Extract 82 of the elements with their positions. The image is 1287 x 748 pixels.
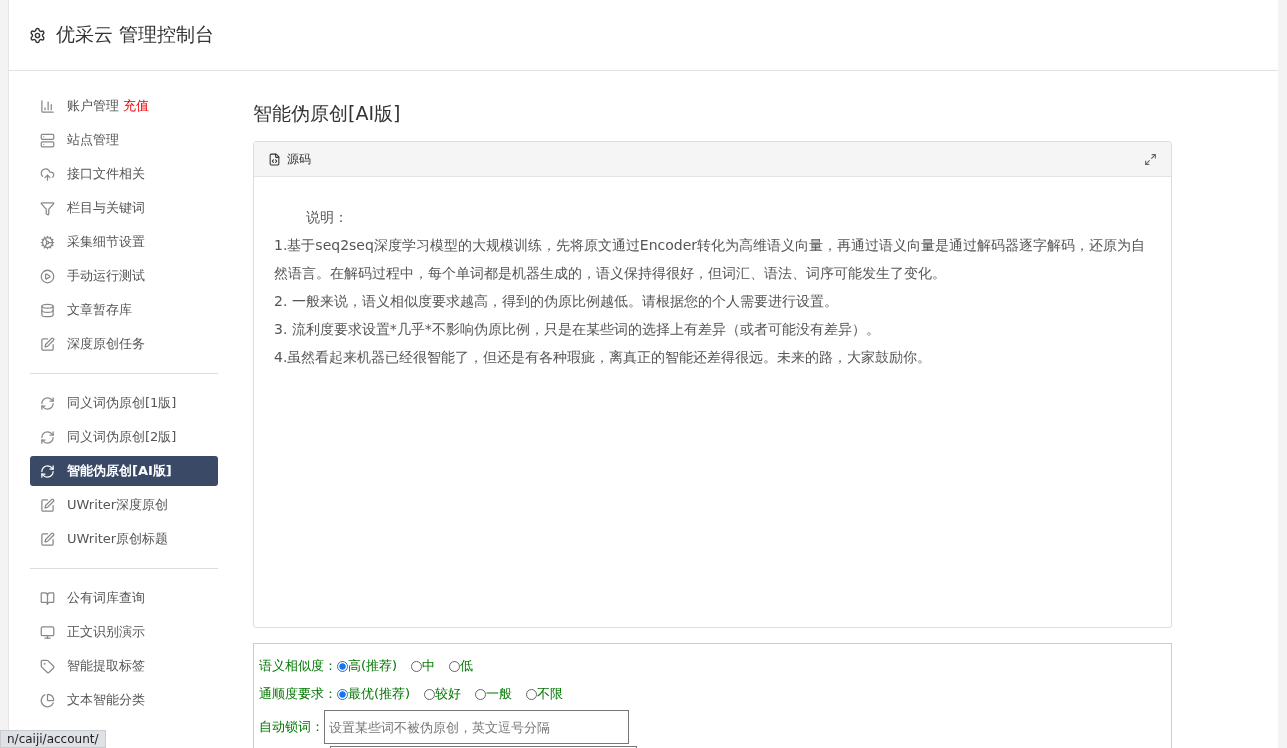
fullscreen-icon[interactable] bbox=[1144, 152, 1157, 166]
sidebar-label: 栏目与关键词 bbox=[67, 199, 145, 217]
sidebar-label: 智能提取标签 bbox=[67, 657, 145, 675]
field-label: 通顺度要求： bbox=[259, 685, 337, 703]
radio-button[interactable] bbox=[337, 660, 348, 672]
sidebar-label: 同义词伪原创[2版] bbox=[67, 428, 177, 446]
field-label: 自动锁词： bbox=[259, 718, 324, 736]
sidebar-item[interactable]: 公有词库查询 bbox=[30, 583, 218, 613]
cloud-upload-icon bbox=[40, 166, 55, 182]
sidebar-item[interactable]: 智能提取标签 bbox=[30, 651, 218, 681]
book-icon bbox=[40, 590, 55, 606]
sidebar-label: 站点管理 bbox=[67, 131, 119, 149]
radio-button[interactable] bbox=[449, 660, 461, 672]
sidebar-item[interactable]: 文章暂存库 bbox=[30, 295, 218, 325]
gears-icon bbox=[40, 234, 55, 250]
monitor-icon bbox=[40, 624, 55, 640]
edit-icon bbox=[40, 531, 55, 547]
sidebar-label: 正文识别演示 bbox=[67, 623, 145, 641]
play-icon bbox=[40, 268, 55, 284]
radio-label: 高(推荐) bbox=[348, 657, 398, 675]
sidebar-label: 智能伪原创[AI版] bbox=[67, 462, 172, 480]
console-title: 优采云 管理控制台 bbox=[56, 22, 215, 47]
sidebar-item[interactable]: UWriter原创标题 bbox=[30, 524, 218, 554]
sidebar-item[interactable]: 手动运行测试 bbox=[30, 261, 218, 291]
sidebar-item[interactable]: 深度原创任务 bbox=[30, 329, 218, 359]
sidebar-label: 同义词伪原创[1版] bbox=[67, 394, 177, 412]
radio-label: 中 bbox=[422, 657, 436, 675]
settings-icon bbox=[29, 26, 46, 44]
sidebar-label: UWriter原创标题 bbox=[67, 530, 169, 548]
note-paragraph: 1.基于seq2seq深度学习模型的大规模训练，先将原文通过Encoder转化为高维语义向量，再通过语义向量是通过解码器逐字解码，还原为自然语言。在解码过程中，每个单词都是机器生成的，语义保持得很好，但词汇、语法、词序可能发生了变化。 bbox=[274, 236, 1147, 283]
recharge-link[interactable]: 充值 bbox=[123, 97, 149, 115]
page-title: 智能伪原创[AI版] bbox=[253, 101, 402, 126]
radio-button[interactable] bbox=[337, 688, 348, 700]
status-url: n/caiji/account/ bbox=[0, 730, 106, 748]
sidebar-item[interactable]: 同义词伪原创[1版] bbox=[30, 388, 218, 418]
sidebar-item[interactable]: 接口文件相关 bbox=[30, 159, 218, 189]
sidebar-item[interactable]: 栏目与关键词 bbox=[30, 193, 218, 223]
sidebar-label: 公有词库查询 bbox=[67, 589, 145, 607]
sidebar-item[interactable]: 站点管理 bbox=[30, 125, 218, 155]
refresh-icon bbox=[40, 395, 55, 411]
pie-chart-icon bbox=[40, 692, 55, 708]
note-paragraph: 2. 一般来说，语义相似度要求越高，得到的伪原比例越低。请根据您的个人需要进行设置。 bbox=[274, 292, 839, 311]
note-heading: 说明： bbox=[305, 208, 349, 227]
sidebar-item[interactable]: 智能伪原创[AI版] bbox=[30, 456, 218, 486]
bar-chart-icon bbox=[40, 98, 55, 114]
refresh-icon bbox=[40, 429, 55, 445]
sidebar-item[interactable]: 文本智能分类 bbox=[30, 685, 218, 715]
radio-label: 最优(推荐) bbox=[348, 685, 411, 703]
sidebar-item[interactable]: 采集细节设置 bbox=[30, 227, 218, 257]
edit-icon bbox=[40, 336, 55, 352]
radio-label: 不限 bbox=[537, 685, 564, 703]
sidebar-item[interactable]: 同义词伪原创[2版] bbox=[30, 422, 218, 452]
server-icon bbox=[40, 132, 55, 148]
database-icon bbox=[40, 302, 55, 318]
filter-icon bbox=[40, 200, 55, 216]
radio-button[interactable] bbox=[424, 688, 436, 700]
tag-icon bbox=[40, 658, 55, 674]
note-paragraph: 4.虽然看起来机器已经很智能了，但还是有各种瑕疵，离真正的智能还差得很远。未来的路，大家鼓励你。 bbox=[274, 348, 933, 367]
lock-words-field[interactable]: 设置某些词不被伪原创，英文逗号分隔 bbox=[324, 710, 629, 744]
radio-label: 低 bbox=[460, 657, 474, 675]
sidebar-label: 采集细节设置 bbox=[67, 233, 145, 251]
sidebar-item[interactable]: UWriter深度原创 bbox=[30, 490, 218, 520]
sidebar-label: 手动运行测试 bbox=[67, 267, 145, 285]
note-paragraph: 3. 流利度要求设置*几乎*不影响伪原比例，只是在某些词的选择上有差异（或者可能没有差异）。 bbox=[274, 320, 881, 339]
radio-button[interactable] bbox=[411, 660, 423, 672]
radio-label: 一般 bbox=[486, 685, 513, 703]
sidebar-label: UWriter深度原创 bbox=[67, 496, 169, 514]
sidebar-label: 深度原创任务 bbox=[67, 335, 145, 353]
sidebar-label: 文本智能分类 bbox=[67, 691, 145, 709]
edit-icon bbox=[40, 497, 55, 513]
radio-button[interactable] bbox=[475, 688, 487, 700]
refresh-icon bbox=[40, 463, 55, 479]
source-button[interactable]: 源码 bbox=[287, 150, 311, 168]
radio-label: 较好 bbox=[435, 685, 462, 703]
field-label: 语义相似度： bbox=[259, 657, 337, 675]
sidebar-label: 账户管理 bbox=[67, 97, 119, 115]
sidebar-item[interactable]: 正文识别演示 bbox=[30, 617, 218, 647]
file-code-icon bbox=[268, 152, 281, 166]
sidebar-label: 文章暂存库 bbox=[67, 301, 132, 319]
sidebar-label: 接口文件相关 bbox=[67, 165, 145, 183]
radio-button[interactable] bbox=[526, 688, 538, 700]
sidebar-item[interactable]: 账户管理 充值 bbox=[30, 91, 218, 121]
